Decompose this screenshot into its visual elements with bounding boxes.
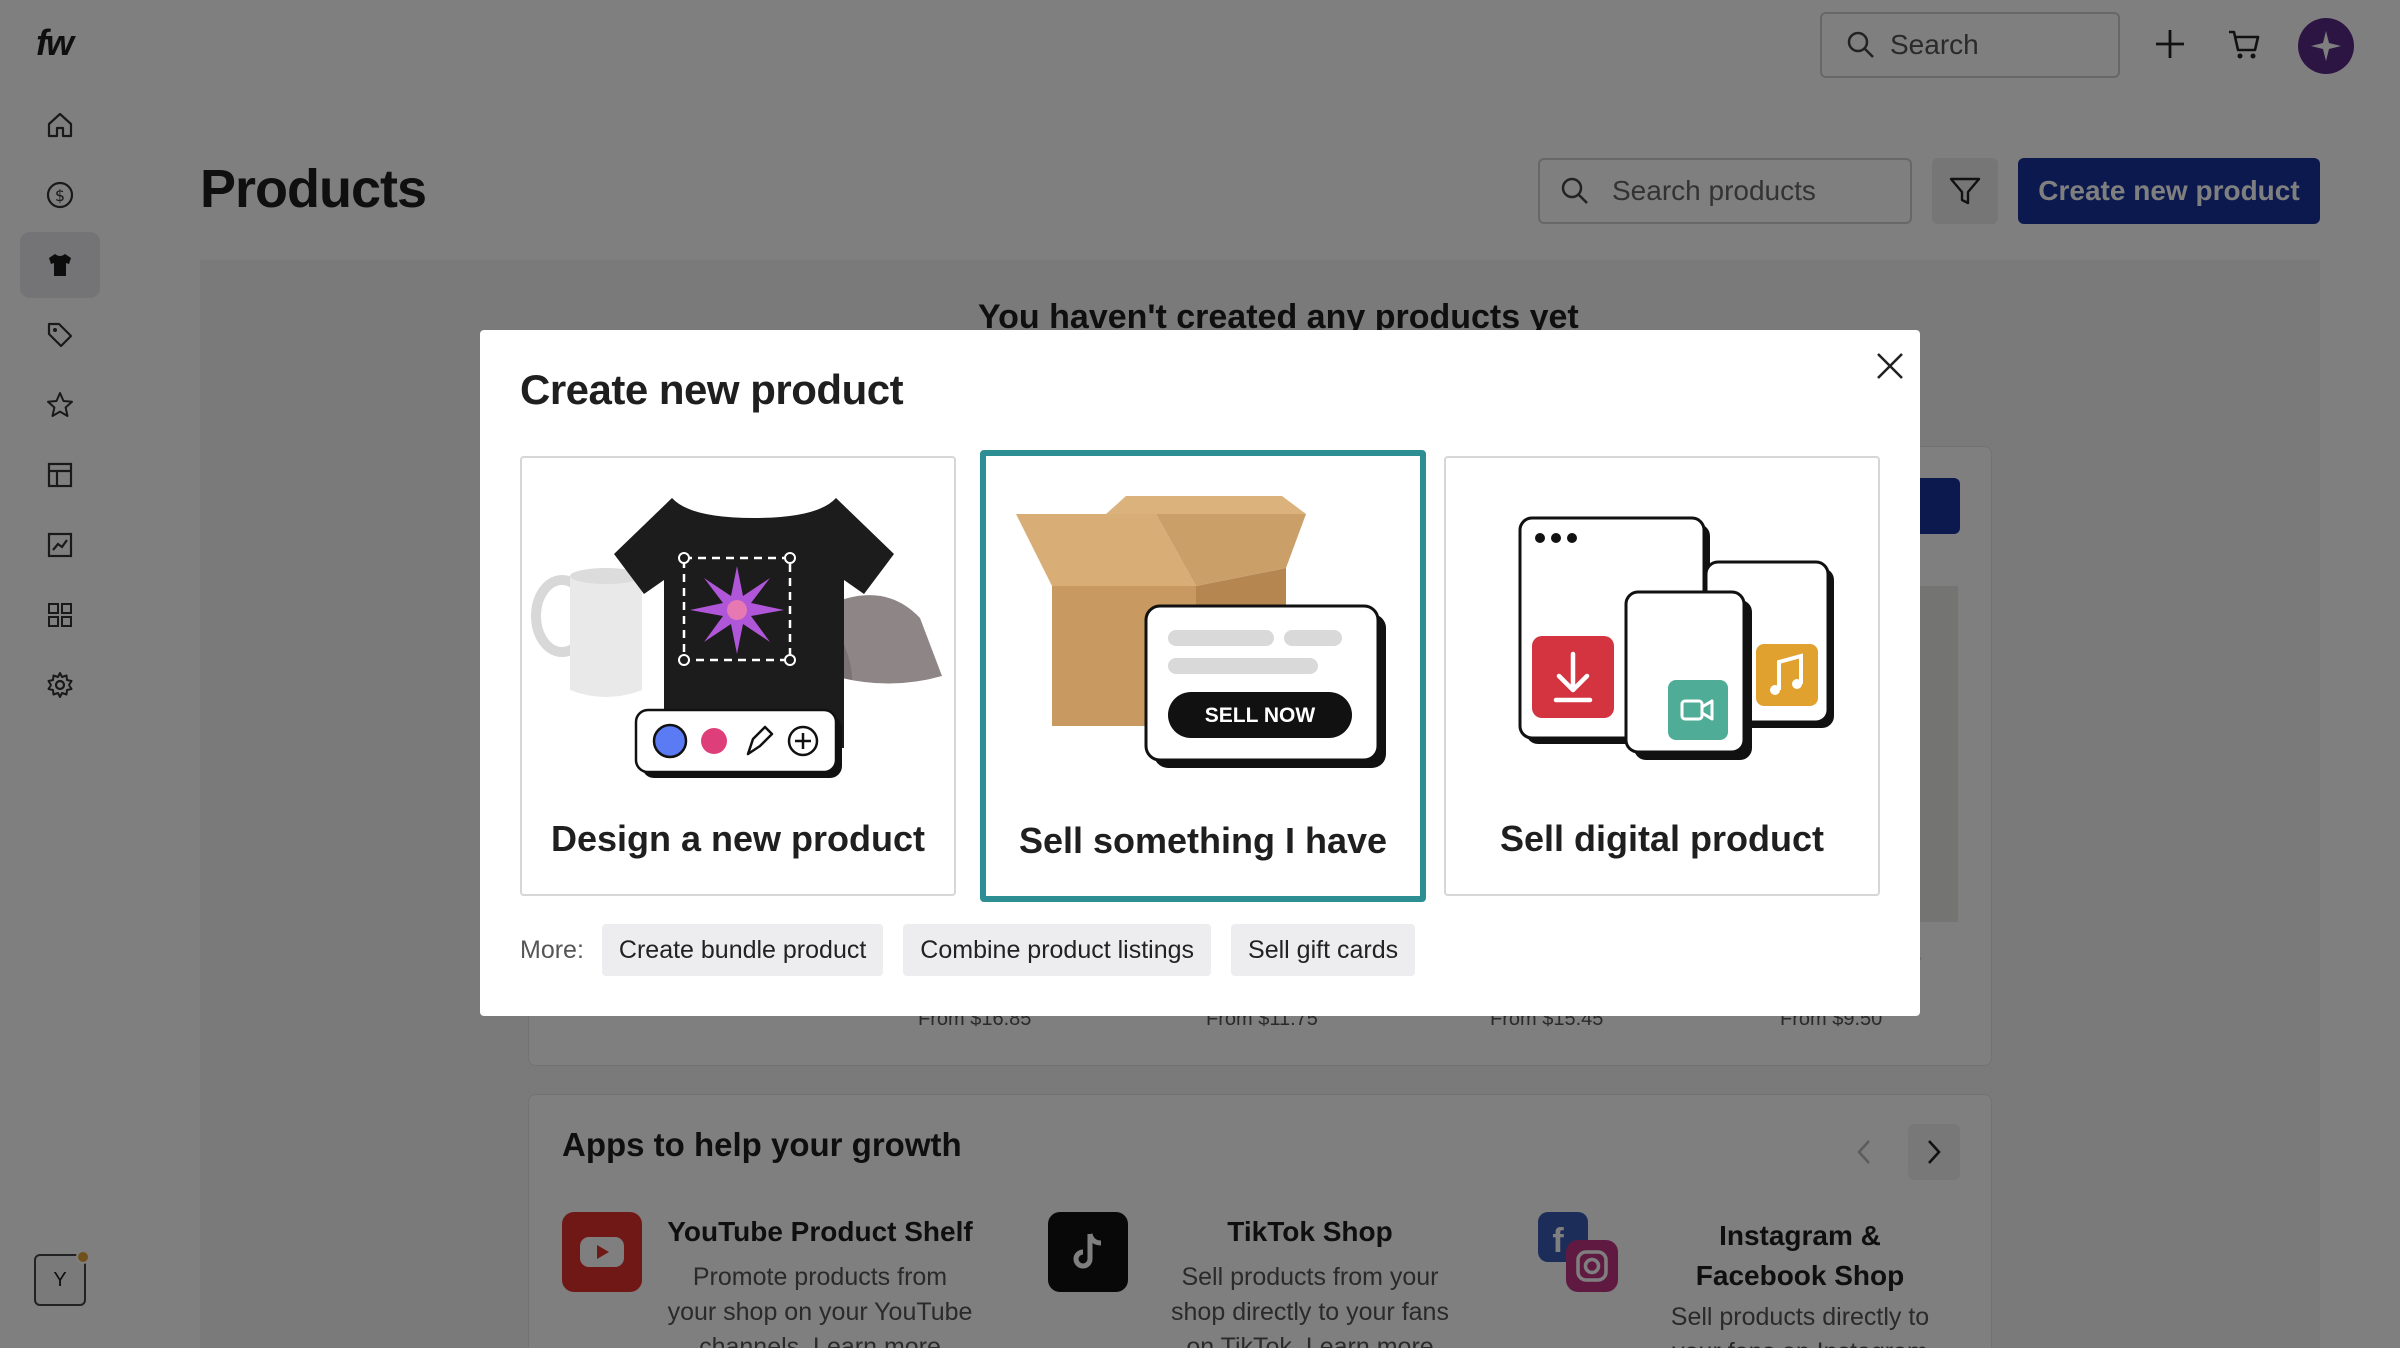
- close-icon: [1877, 353, 1903, 379]
- option-sell-something-i-have[interactable]: SELL NOW Sell something I have: [980, 450, 1426, 902]
- create-product-modal: Create new product Design a new product …: [480, 330, 1920, 1016]
- sell-now-badge: SELL NOW: [1205, 704, 1316, 727]
- app-root: fw $ Y: [0, 0, 2400, 1348]
- option-sell-digital-product[interactable]: Sell digital product: [1444, 456, 1880, 896]
- shipping-box-illustration: SELL NOW: [1016, 496, 1386, 768]
- more-label: More:: [520, 935, 584, 964]
- more-options-row: More: Create bundle product Combine prod…: [520, 924, 1416, 976]
- modal-title: Create new product: [520, 366, 904, 413]
- create-bundle-product-link[interactable]: Create bundle product: [601, 924, 884, 976]
- close-button[interactable]: [1868, 344, 1912, 388]
- option-label: Sell digital product: [1499, 818, 1825, 859]
- sell-gift-cards-link[interactable]: Sell gift cards: [1231, 924, 1416, 976]
- design-product-illustration: [531, 498, 942, 778]
- option-design-new-product[interactable]: Design a new product: [520, 456, 956, 896]
- digital-product-illustration: [1518, 516, 1834, 760]
- option-label: Design a new product: [550, 818, 926, 859]
- option-label: Sell something I have: [1018, 820, 1388, 861]
- combine-product-listings-link[interactable]: Combine product listings: [903, 924, 1212, 976]
